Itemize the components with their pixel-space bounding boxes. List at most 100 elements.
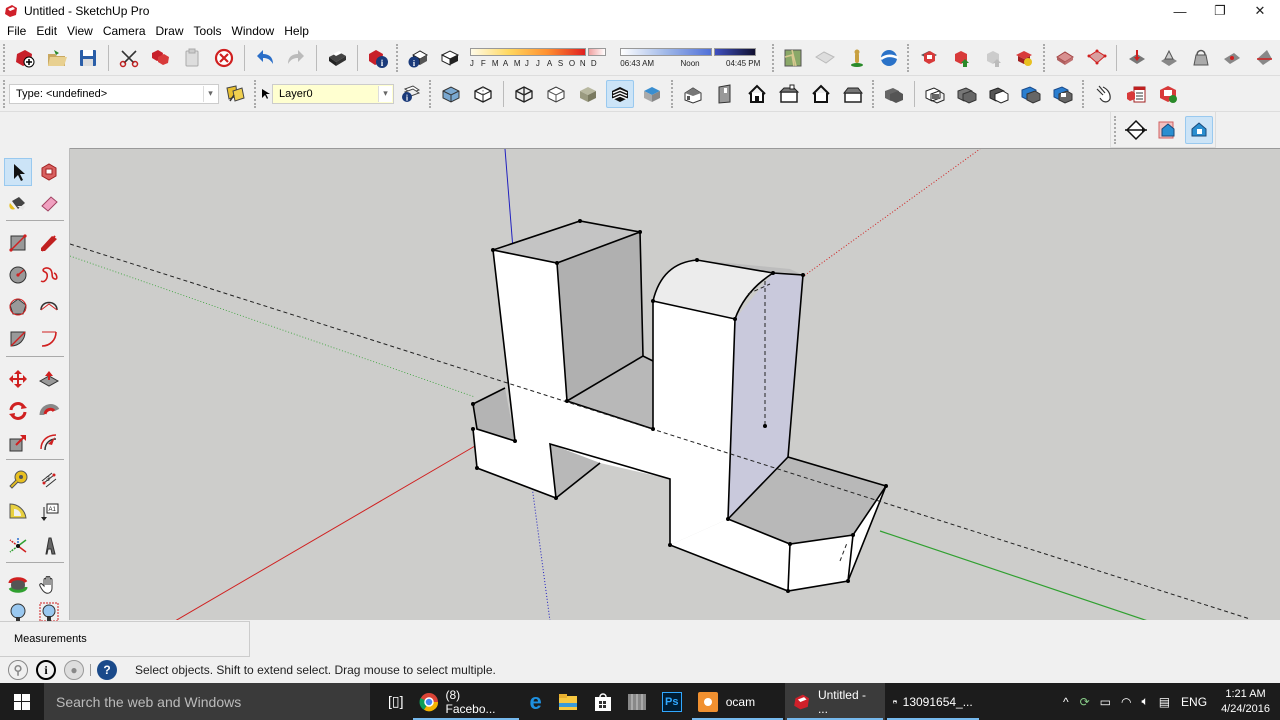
display-section-planes-button[interactable] (1154, 116, 1182, 144)
intersect-button[interactable] (921, 80, 949, 108)
union-button[interactable] (953, 80, 981, 108)
line-tool[interactable] (35, 229, 63, 257)
monochrome-button[interactable] (638, 80, 666, 108)
toolbar-grip[interactable] (1082, 79, 1085, 108)
taskbar-app-unknown[interactable] (620, 683, 654, 720)
time-slider-thumb[interactable] (714, 47, 757, 56)
taskbar-app-ocam[interactable]: ocam (690, 683, 785, 720)
redo-button[interactable] (282, 44, 310, 72)
right-view-button[interactable] (775, 80, 803, 108)
taskbar-app-edge[interactable]: e (521, 683, 549, 720)
orbit-tool[interactable] (4, 571, 32, 599)
clock[interactable]: 1:21 AM 4/24/2016 (1221, 687, 1270, 717)
cut-button[interactable] (115, 44, 143, 72)
shadow-time-slider[interactable]: 06:43 AM Noon 04:45 PM (620, 47, 764, 68)
photo-textures-button[interactable] (843, 44, 871, 72)
open-button[interactable] (43, 44, 71, 72)
pie-tool[interactable] (4, 325, 32, 353)
xray-button[interactable] (437, 80, 465, 108)
chevron-down-icon[interactable]: ▾ (378, 85, 392, 102)
undo-button[interactable] (251, 44, 279, 72)
display-section-cuts-button[interactable] (1185, 115, 1213, 144)
taskbar-app-photoshop[interactable]: Ps (654, 683, 690, 720)
extension-warehouse-button[interactable] (1010, 44, 1038, 72)
offset-tool[interactable] (35, 429, 63, 457)
taskbar-app-sketchup[interactable]: Untitled - ... (784, 683, 885, 720)
make-component-tool[interactable] (35, 158, 63, 186)
arc-tool[interactable] (35, 293, 63, 321)
restore-button[interactable]: ❐ (1200, 0, 1240, 22)
menu-tools[interactable]: Tools (194, 24, 222, 38)
top-view-button[interactable] (711, 80, 739, 108)
interact-button[interactable] (1090, 80, 1118, 108)
toolbar-grip[interactable] (872, 79, 875, 108)
iso-view-button[interactable] (679, 80, 707, 108)
from-contours-button[interactable] (1219, 44, 1247, 72)
taskbar-search[interactable]: Search the web and Windows (44, 683, 370, 720)
toolbar-grip[interactable] (3, 79, 6, 108)
menu-camera[interactable]: Camera (103, 24, 146, 38)
toolbar-grip[interactable] (396, 43, 399, 72)
paste-button[interactable] (178, 44, 206, 72)
drape-button[interactable] (1123, 44, 1151, 72)
shadow-settings-button[interactable]: i (404, 44, 432, 72)
two-point-arc-tool[interactable] (35, 325, 63, 353)
measurements-box[interactable]: Measurements (0, 621, 250, 657)
back-edges-button[interactable] (469, 80, 497, 108)
dimension-tool[interactable]: 3 (35, 466, 63, 494)
taskbar-app-photos[interactable]: 13091654_... (885, 683, 981, 720)
eraser-tool[interactable] (35, 190, 63, 218)
hidden-line-button[interactable] (542, 80, 570, 108)
save-button[interactable] (74, 44, 102, 72)
battery-icon[interactable]: ▭ (1100, 695, 1111, 709)
flip-edge-button[interactable] (1187, 44, 1215, 72)
close-button[interactable]: ✕ (1240, 0, 1280, 22)
subtract-button[interactable] (985, 80, 1013, 108)
taskbar-app-chrome[interactable]: (8) Facebo... (411, 683, 521, 720)
language-indicator[interactable]: ENG (1181, 695, 1207, 709)
entity-type-dropdown[interactable]: Type: <undefined> ▾ (9, 83, 219, 104)
3d-text-tool[interactable] (35, 532, 63, 560)
share-model-button[interactable] (947, 44, 975, 72)
shaded-textures-button[interactable] (606, 79, 634, 108)
paint-bucket-tool[interactable] (4, 190, 32, 218)
toolbar-grip[interactable] (1043, 43, 1046, 72)
from-scratch-button[interactable] (1250, 44, 1278, 72)
menu-edit[interactable]: Edit (36, 24, 57, 38)
add-location-button[interactable] (780, 44, 808, 72)
toolbar-grip[interactable] (254, 79, 257, 108)
geo-location-icon[interactable]: ⚲ (8, 660, 28, 680)
rotate-tool[interactable] (4, 397, 32, 425)
date-slider-thumb[interactable] (587, 47, 606, 56)
stamp-button[interactable] (1083, 44, 1111, 72)
toolbar-grip[interactable] (1114, 115, 1117, 144)
menu-help[interactable]: Help (284, 24, 309, 38)
polygon-tool[interactable] (4, 293, 32, 321)
back-view-button[interactable] (807, 80, 835, 108)
toolbar-grip[interactable] (671, 79, 674, 108)
front-view-button[interactable] (743, 80, 771, 108)
toolbar-grip[interactable] (3, 43, 6, 72)
task-view-button[interactable]: [▯] (380, 683, 411, 720)
layer-manager-button[interactable]: i (396, 80, 424, 108)
start-button[interactable] (0, 683, 44, 720)
show-hidden-icons-chevron-icon[interactable]: ^ (1063, 695, 1069, 709)
menu-draw[interactable]: Draw (156, 24, 184, 38)
date-slider-track[interactable] (469, 47, 586, 56)
print-button[interactable] (323, 44, 351, 72)
rectangle-tool[interactable] (4, 229, 32, 257)
taskbar-app-store[interactable] (586, 683, 620, 720)
taskbar-app-file-explorer[interactable] (550, 683, 586, 720)
text-tool[interactable]: A1 (35, 498, 63, 526)
shaded-button[interactable] (574, 80, 602, 108)
new-button[interactable] (11, 44, 39, 72)
model-info-button[interactable]: i (364, 44, 392, 72)
add-detail-button[interactable] (1155, 44, 1183, 72)
erase-button[interactable] (210, 44, 238, 72)
select-tool[interactable] (4, 158, 32, 186)
drawing-viewport[interactable] (70, 148, 1280, 620)
push-pull-tool[interactable] (35, 365, 63, 393)
toggle-terrain-button[interactable] (811, 44, 839, 72)
credits-icon[interactable]: i (36, 660, 56, 680)
shadow-date-slider[interactable]: J F M A M J J A S O N D (469, 47, 608, 68)
